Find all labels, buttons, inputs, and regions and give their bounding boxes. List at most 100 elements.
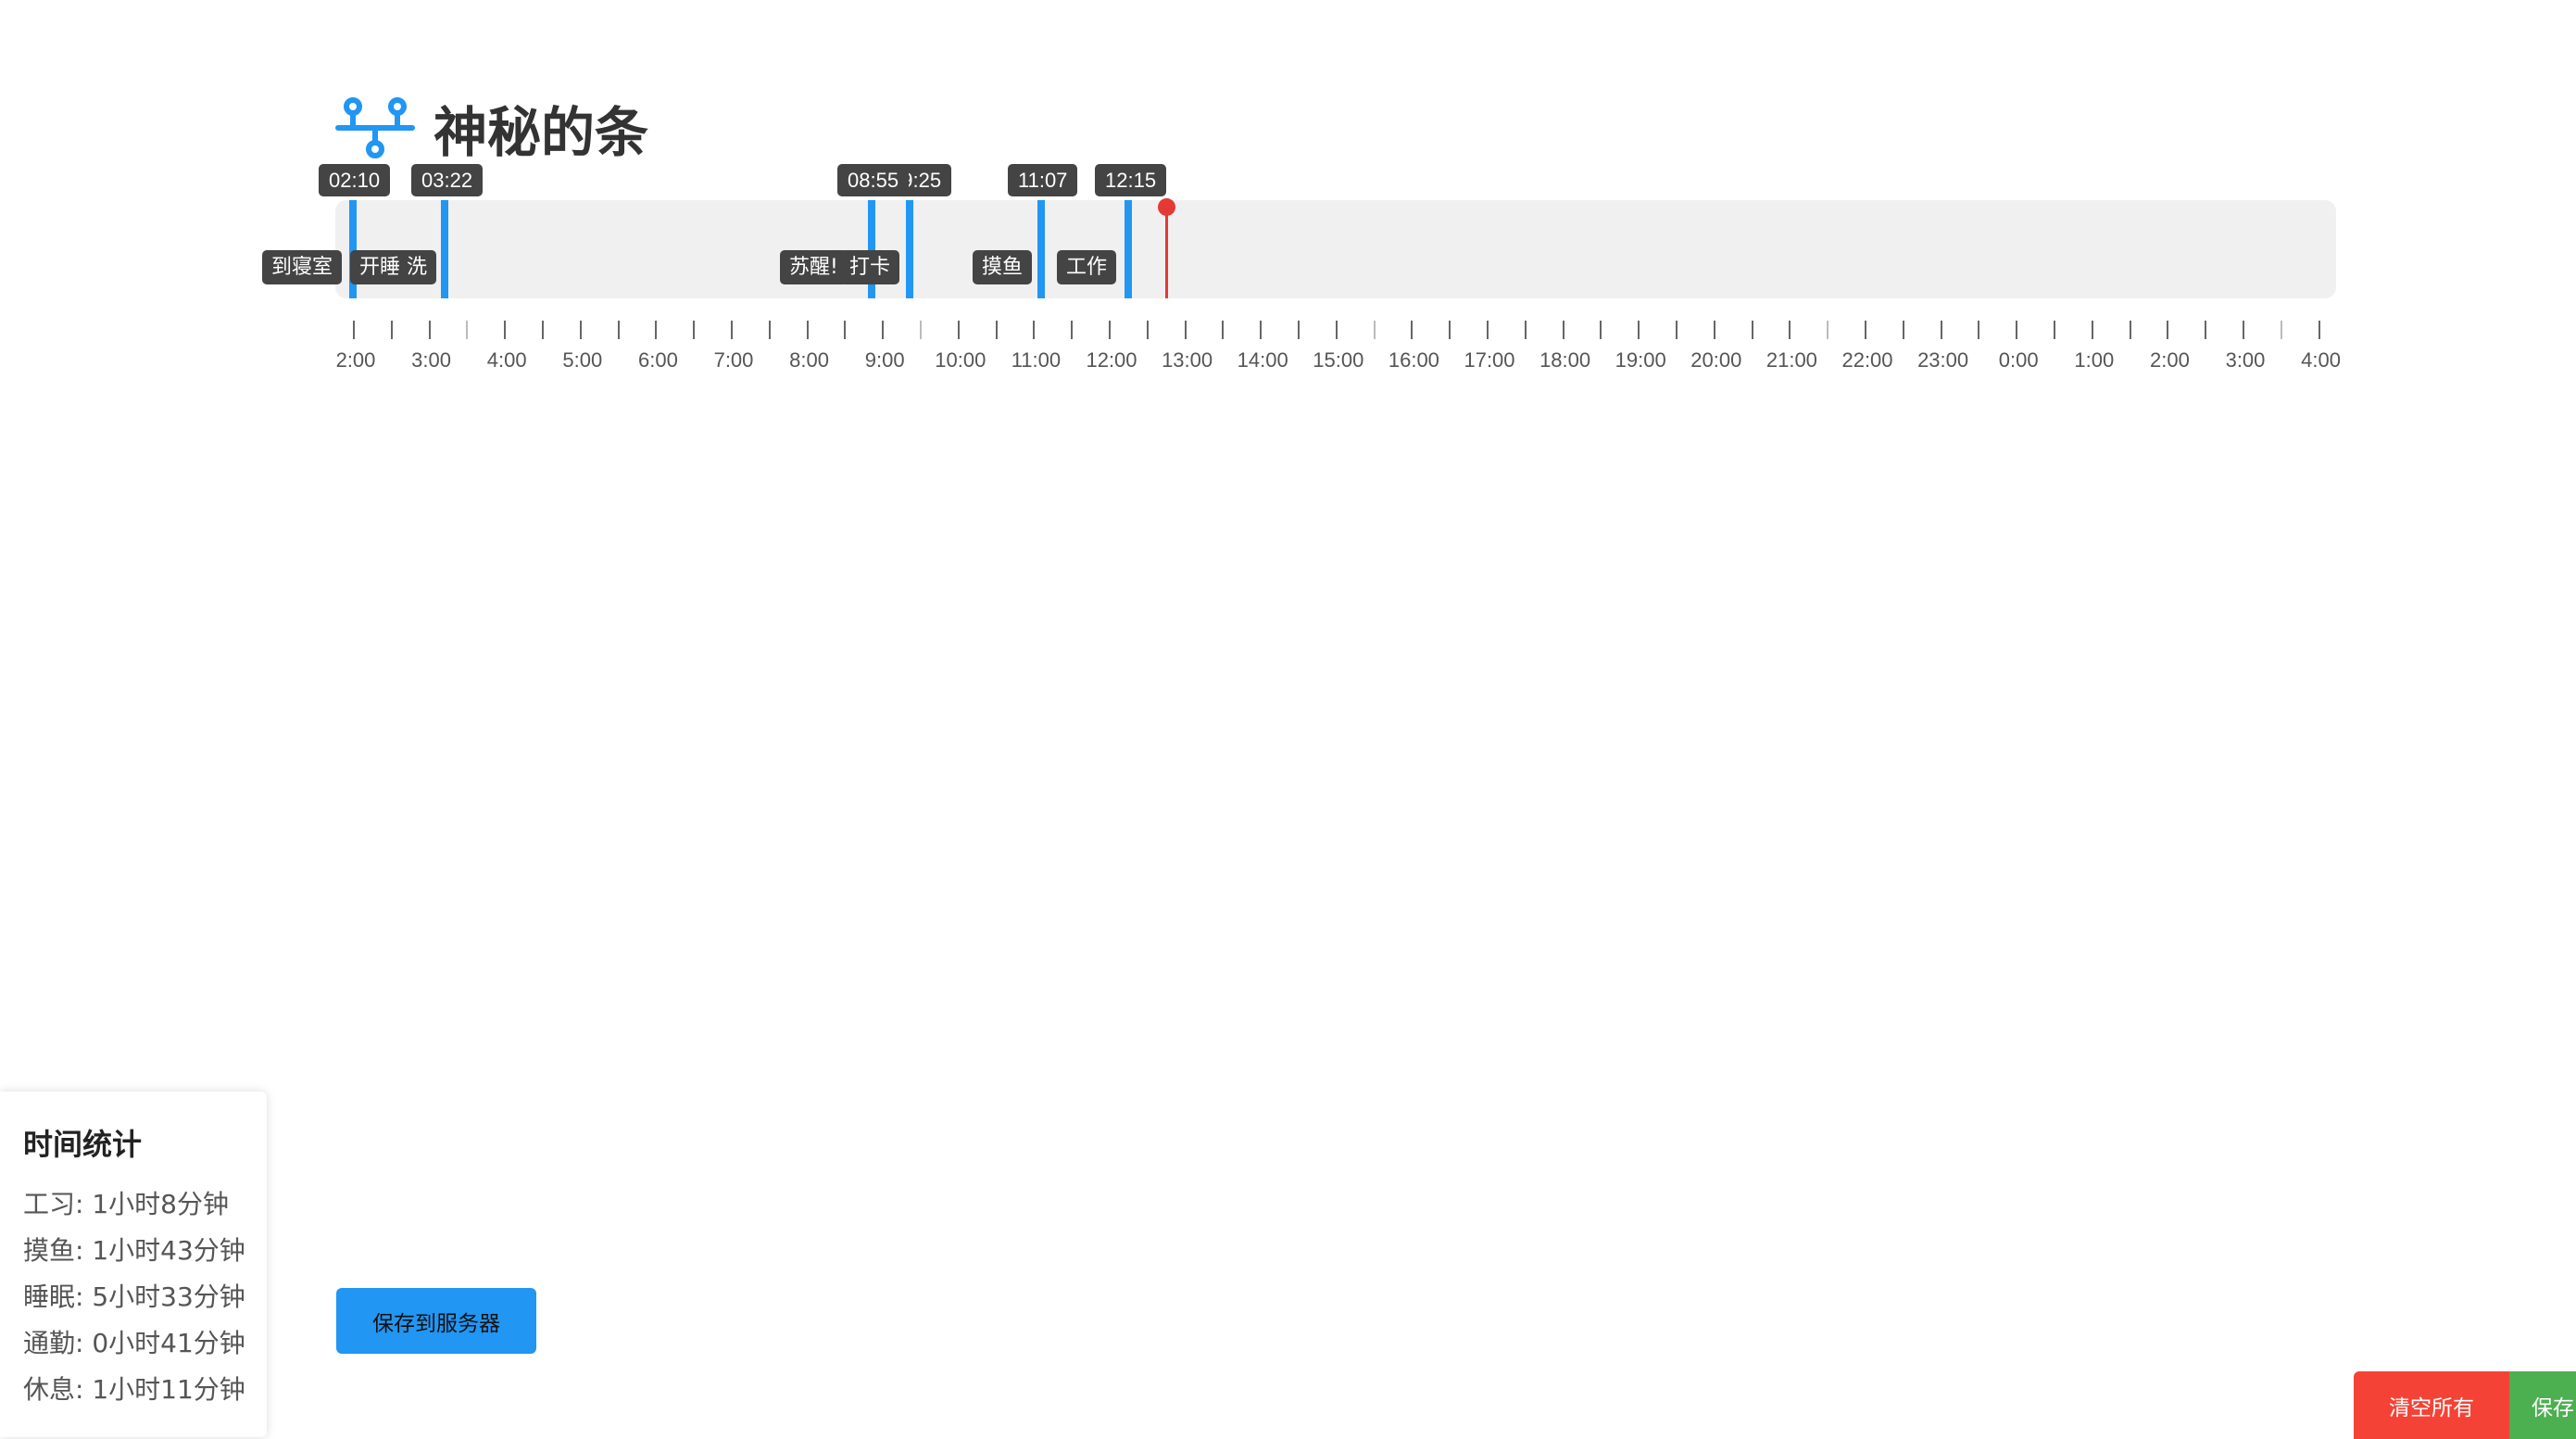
event-time-badge: 02:10 [319, 164, 391, 196]
axis-tick-label: 22:00 [1841, 348, 1893, 372]
axis-tick [504, 321, 507, 339]
axis-tick-label: 2:00 [335, 348, 376, 372]
axis-tick [920, 321, 922, 339]
axis-tick [1184, 321, 1187, 339]
current-time-line [1165, 206, 1168, 298]
axis-tick [1600, 321, 1602, 339]
axis-tick-label: 0:00 [1998, 348, 2039, 372]
axis-tick [2280, 321, 2282, 339]
page-header: 神秘的条 [335, 91, 648, 165]
event-marker-line[interactable] [1037, 200, 1045, 298]
axis-tick-label: 17:00 [1464, 348, 1515, 372]
axis-tick [844, 321, 847, 339]
event-marker-line[interactable] [441, 200, 448, 298]
save-to-server-button[interactable]: 保存到服务器 [336, 1288, 536, 1354]
axis-tick [2129, 321, 2131, 339]
axis-tick-label: 8:00 [789, 348, 829, 372]
axis-tick-label: 11:00 [1011, 348, 1062, 372]
axis-tick [2318, 321, 2320, 339]
event-time-badge: 11:07 [1008, 164, 1078, 196]
axis-tick-label: 16:00 [1388, 348, 1439, 372]
axis-tick [1335, 321, 1338, 339]
axis-tick [1449, 321, 1451, 339]
event-label[interactable]: 到寝室 [262, 250, 343, 284]
axis-tick [1222, 321, 1225, 339]
axis-tick [466, 321, 469, 339]
event-marker-line[interactable] [1125, 200, 1132, 298]
axis-tick [1524, 321, 1527, 339]
axis-tick-label: 19:00 [1615, 348, 1666, 372]
axis-tick [995, 321, 998, 339]
stat-row: 休息: 1小时11分钟 [23, 1374, 245, 1405]
axis-tick-label: 10:00 [935, 348, 986, 372]
axis-tick [1146, 321, 1149, 339]
axis-tick [731, 321, 733, 339]
axis-tick [882, 321, 885, 339]
axis-tick-label: 4:00 [486, 348, 527, 372]
page-title: 神秘的条 [434, 101, 649, 164]
axis-tick [1260, 321, 1263, 339]
axis-tick [1487, 321, 1489, 339]
axis-tick [2091, 321, 2093, 339]
timeline-network-icon [335, 97, 415, 158]
clear-all-button[interactable]: 清空所有 [2354, 1371, 2509, 1439]
stat-row: 睡眠: 5小时33分钟 [23, 1281, 245, 1312]
axis-tick-label: 3:00 [2225, 348, 2266, 372]
event-label[interactable]: 摸鱼 [973, 250, 1033, 284]
axis-tick [1109, 321, 1111, 339]
event-time-badge: 08:55 [837, 164, 910, 196]
axis-tick-label: 18:00 [1539, 348, 1591, 372]
event-marker-line[interactable] [906, 200, 913, 298]
axis-tick [1978, 321, 1980, 339]
axis-tick [390, 321, 393, 339]
axis-tick [1865, 321, 1866, 339]
current-time-dot [1158, 198, 1175, 216]
axis-tick-label: 7:00 [713, 348, 754, 372]
axis-tick [428, 321, 431, 339]
axis-tick [1789, 321, 1791, 339]
axis-tick [693, 321, 696, 339]
axis-tick-label: 15:00 [1313, 348, 1364, 372]
axis-tick [1902, 321, 1904, 339]
axis-tick [2167, 321, 2169, 339]
event-label[interactable]: 工作 [1057, 250, 1117, 284]
axis-tick [542, 321, 544, 339]
axis-tick-label: 21:00 [1766, 348, 1817, 372]
axis-tick [655, 321, 658, 339]
event-time-badge: 03:22 [411, 164, 484, 196]
stat-row: 通勤: 0小时41分钟 [23, 1328, 245, 1358]
axis-tick [1751, 321, 1753, 339]
save-button[interactable]: 保存 [2509, 1371, 2576, 1439]
axis-tick [1713, 321, 1715, 339]
axis-tick-label: 6:00 [637, 348, 678, 372]
axis-tick-label: 13:00 [1162, 348, 1213, 372]
time-stats-panel: 时间统计 工习: 1小时8分钟 摸鱼: 1小时43分钟 睡眠: 5小时33分钟 … [0, 1092, 267, 1437]
axis-tick [579, 321, 582, 339]
axis-tick [2243, 321, 2244, 339]
axis-tick [806, 321, 809, 339]
stat-row: 工习: 1小时8分钟 [23, 1189, 229, 1219]
axis-tick-label: 9:00 [864, 348, 905, 372]
axis-tick-label: 23:00 [1917, 348, 1969, 372]
event-label[interactable]: 开睡 洗 [350, 250, 436, 284]
axis-tick [617, 321, 620, 339]
axis-tick [1373, 321, 1376, 339]
event-label[interactable]: 打卡 [840, 250, 900, 284]
axis-tick [1827, 321, 1829, 339]
event-time-badge: 12:15 [1095, 164, 1167, 196]
time-axis: 2:00 3:00 4:00 5:00 6:00 7:00 8:00 9:00 10:00 11:… [315, 321, 2353, 376]
timeline-track[interactable] [335, 200, 2336, 298]
axis-tick [1940, 321, 1942, 339]
axis-tick [1638, 321, 1640, 339]
axis-tick [1298, 321, 1300, 339]
event-label[interactable]: 苏醒! [780, 250, 848, 284]
axis-tick [957, 321, 960, 339]
axis-tick-label: 3:00 [411, 348, 451, 372]
stats-title: 时间统计 [23, 1127, 143, 1162]
axis-tick [1411, 321, 1414, 339]
axis-tick-label: 1:00 [2074, 348, 2115, 372]
stat-row: 摸鱼: 1小时43分钟 [23, 1235, 245, 1266]
axis-tick-label: 4:00 [2301, 348, 2341, 372]
axis-tick-label: 14:00 [1237, 348, 1288, 372]
axis-tick [768, 321, 771, 339]
